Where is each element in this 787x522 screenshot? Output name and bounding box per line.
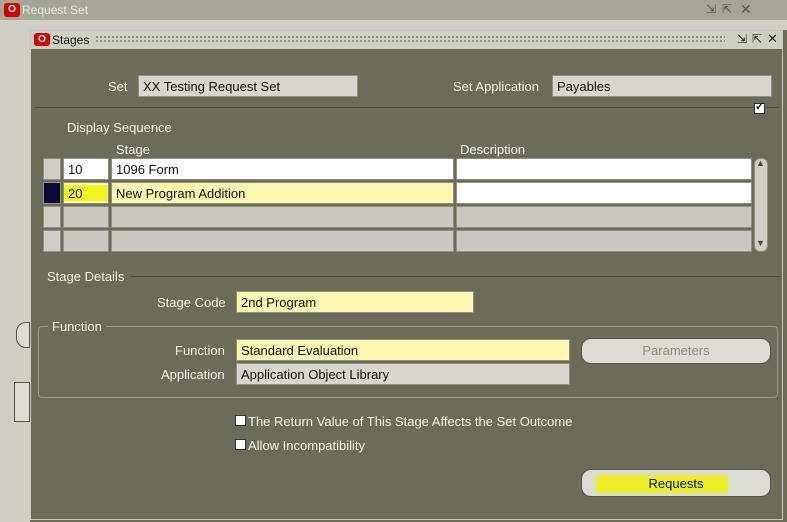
application-field[interactable]: Application Object Library [236, 363, 570, 385]
set-application-field[interactable]: Payables [552, 75, 772, 97]
back-window-body [0, 20, 30, 522]
seq-cell[interactable]: 10 [63, 158, 109, 180]
return-value-label: The Return Value of This Stage Affects t… [248, 414, 573, 429]
function-label: Function [175, 343, 225, 358]
description-cell[interactable] [456, 230, 752, 252]
window-title: Stages [52, 33, 90, 47]
back-window-panel [14, 382, 30, 422]
row-selector[interactable] [43, 206, 61, 228]
back-window-title: Request Set [22, 3, 89, 17]
minimize-icon[interactable]: ⇲ [737, 32, 747, 46]
oracle-logo-icon: O [4, 3, 20, 17]
column-header-description: Description [460, 142, 526, 157]
row-selector-active[interactable] [43, 182, 61, 204]
set-application-label: Set Application [453, 79, 540, 94]
function-field[interactable]: Standard Evaluation [236, 339, 570, 361]
display-sequence-label: Display Sequence [67, 120, 172, 135]
maximize-icon[interactable]: ⇱ [752, 32, 762, 46]
divider [130, 276, 780, 277]
back-window-button[interactable] [16, 322, 30, 348]
column-header-stage: Stage [116, 142, 150, 157]
seq-cell-value: 20 [68, 186, 83, 201]
requests-button[interactable]: Requests [581, 469, 771, 497]
function-section-label: Function [48, 319, 106, 334]
divider [35, 107, 779, 108]
back-window-body-top [0, 20, 787, 30]
parameters-button[interactable]: Parameters [581, 338, 771, 364]
description-cell[interactable] [456, 206, 752, 228]
stage-cell[interactable] [111, 230, 454, 252]
stage-code-field[interactable]: 2nd Program [236, 291, 474, 313]
allow-incompatibility-label: Allow Incompatibility [248, 438, 366, 453]
stage-cell[interactable]: 1096 Form [111, 158, 454, 180]
return-value-checkbox[interactable] [235, 415, 246, 426]
close-icon[interactable]: ✕ [740, 1, 752, 18]
row-selector[interactable] [43, 158, 61, 180]
seq-cell[interactable]: 20 [63, 182, 109, 204]
stage-details-label: Stage Details [47, 269, 125, 284]
stage-cell[interactable] [111, 206, 454, 228]
row-selector[interactable] [43, 230, 61, 252]
close-icon[interactable]: ✕ [767, 31, 778, 47]
description-cell[interactable] [456, 158, 752, 180]
set-field[interactable]: XX Testing Request Set [138, 75, 358, 97]
stage-code-label: Stage Code [157, 295, 226, 310]
stages-window [30, 30, 783, 520]
scroll-up-icon[interactable]: ▲ [756, 158, 765, 168]
requests-button-label: Requests [648, 476, 704, 491]
application-label: Application [161, 367, 225, 382]
maximize-icon[interactable]: ⇱ [722, 2, 732, 16]
stage-cell[interactable]: New Program Addition [111, 182, 454, 204]
scroll-down-icon[interactable]: ▼ [756, 238, 765, 248]
seq-cell[interactable] [63, 206, 109, 228]
description-cell[interactable] [456, 182, 752, 204]
back-window-titlebar: O Request Set ⇲ ⇱ ✕ [0, 0, 787, 20]
oracle-logo-icon: O [34, 33, 50, 46]
minimize-icon[interactable]: ⇲ [706, 2, 716, 16]
set-label: Set [108, 79, 128, 94]
check-icon: ✓ [755, 101, 765, 113]
allow-incompatibility-checkbox[interactable] [235, 439, 246, 450]
seq-cell[interactable] [63, 230, 109, 252]
titlebar-grip [95, 35, 725, 44]
